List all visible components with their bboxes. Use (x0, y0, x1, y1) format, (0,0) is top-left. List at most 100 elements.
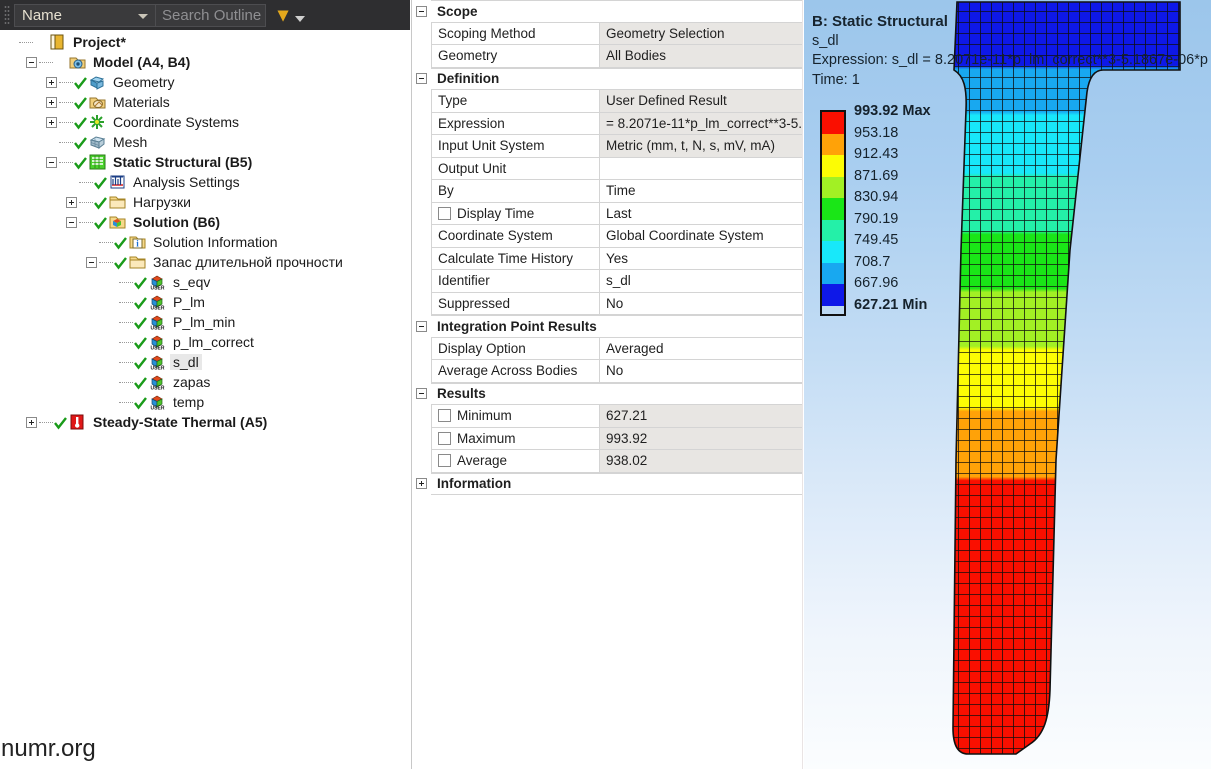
details-collapse-button[interactable] (416, 321, 427, 332)
details-collapse-button[interactable] (416, 6, 427, 17)
details-property-value[interactable]: Time (599, 180, 802, 203)
watermark: numr.org (1, 735, 96, 763)
details-collapse-button[interactable] (416, 388, 427, 399)
details-property-value[interactable]: Averaged (599, 338, 802, 361)
details-property-value[interactable]: Yes (599, 248, 802, 271)
tree-item-analysis-settings[interactable]: Analysis Settings (0, 172, 410, 192)
tree-connector (59, 82, 73, 83)
details-expander-cell (412, 45, 431, 68)
details-property-row[interactable]: Scoping Method Geometry Selection (412, 23, 802, 46)
outline-tree[interactable]: Project*Model (A4, B4)GeometryMaterialsC… (0, 30, 410, 769)
details-property-key-label: Scoping Method (438, 26, 536, 41)
details-property-row[interactable]: Minimum 627.21 (412, 405, 802, 428)
details-property-checkbox[interactable] (438, 409, 451, 422)
details-property-row[interactable]: Coordinate SystemGlobal Coordinate Syste… (412, 225, 802, 248)
details-expander-cell (412, 158, 431, 181)
details-property-key-label: Identifier (438, 273, 490, 288)
details-property-key-label: Minimum (457, 408, 512, 423)
details-property-value[interactable]: No (599, 360, 802, 383)
legend-label: 912.43 (854, 144, 931, 166)
tree-expand-button[interactable] (66, 197, 77, 208)
tree-expand-button[interactable] (46, 97, 57, 108)
details-property-value[interactable]: Geometry Selection (599, 23, 802, 46)
details-property-row[interactable]: Display OptionAveraged (412, 338, 802, 361)
outline-name-dropdown[interactable]: Name (14, 4, 156, 27)
details-property-value[interactable]: Last (599, 203, 802, 226)
project-icon (49, 34, 66, 50)
details-property-value[interactable]: 627.21 (599, 405, 802, 428)
details-property-value[interactable]: 993.92 (599, 428, 802, 451)
legend-band-4 (822, 198, 844, 220)
details-property-row[interactable]: Identifier s_dl (412, 270, 802, 293)
tree-item-s-eqv[interactable]: USERs_eqv (0, 272, 410, 292)
details-expander-cell (412, 428, 431, 451)
details-property-value[interactable]: No (599, 293, 802, 316)
details-collapse-button[interactable] (416, 73, 427, 84)
details-property-row[interactable]: Calculate Time HistoryYes (412, 248, 802, 271)
tree-item-static-structural-b5[interactable]: Static Structural (B5) (0, 152, 410, 172)
tree-item-нагрузки[interactable]: Нагрузки (0, 192, 410, 212)
details-expander-cell (412, 248, 431, 271)
details-property-value[interactable]: All Bodies (599, 45, 802, 68)
details-property-checkbox[interactable] (438, 432, 451, 445)
details-property-value[interactable]: User Defined Result (599, 90, 802, 113)
tree-collapse-button[interactable] (66, 217, 77, 228)
tree-item-mesh[interactable]: Mesh (0, 132, 410, 152)
tree-expand-button[interactable] (46, 117, 57, 128)
details-property-value[interactable]: s_dl (599, 270, 802, 293)
details-group-row[interactable]: Information (412, 473, 802, 496)
details-property-row[interactable]: GeometryAll Bodies (412, 45, 802, 68)
search-outline-input[interactable]: Search Outline (156, 4, 266, 27)
tree-item-model-a4-b4[interactable]: Model (A4, B4) (0, 52, 410, 72)
details-property-row[interactable]: Maximum993.92 (412, 428, 802, 451)
tree-item-запас-длительной-прочности[interactable]: Запас длительной прочности (0, 252, 410, 272)
tree-collapse-button[interactable] (26, 57, 37, 68)
tree-item-materials[interactable]: Materials (0, 92, 410, 112)
tree-expand-button[interactable] (26, 417, 37, 428)
tree-collapse-button[interactable] (46, 157, 57, 168)
details-expand-button[interactable] (416, 478, 427, 489)
details-group-row[interactable]: Integration Point Results (412, 315, 802, 338)
details-property-checkbox[interactable] (438, 207, 451, 220)
tree-item-p-lm-min[interactable]: USERP_lm_min (0, 312, 410, 332)
tree-item-p-lm-correct[interactable]: USERp_lm_correct (0, 332, 410, 352)
tree-item-project[interactable]: Project* (0, 32, 410, 52)
tree-item-steady-state-thermal-a5[interactable]: Steady-State Thermal (A5) (0, 412, 410, 432)
details-property-value[interactable] (599, 158, 802, 181)
details-property-row[interactable]: Display TimeLast (412, 203, 802, 226)
details-property-value[interactable]: 938.02 (599, 450, 802, 473)
details-group-row[interactable]: Results (412, 383, 802, 406)
details-property-value[interactable]: Metric (mm, t, N, s, mV, mA) (599, 135, 802, 158)
status-check-icon (133, 275, 148, 289)
legend-band-6 (822, 241, 844, 263)
details-property-row[interactable]: ByTime (412, 180, 802, 203)
tree-item-s-dl[interactable]: USERs_dl (0, 352, 410, 372)
tree-item-zapas[interactable]: USERzapas (0, 372, 410, 392)
details-group-row[interactable]: Definition (412, 68, 802, 91)
panel-drag-handle[interactable] (0, 0, 14, 30)
details-property-row[interactable]: Output Unit (412, 158, 802, 181)
filter-chevron-down-icon[interactable]: ▾ (278, 5, 288, 25)
details-property-row[interactable]: Average Across BodiesNo (412, 360, 802, 383)
tree-item-geometry[interactable]: Geometry (0, 72, 410, 92)
chevron-down-small-icon[interactable] (295, 16, 305, 22)
tree-item-label: Mesh (110, 134, 150, 150)
details-property-value[interactable]: Global Coordinate System (599, 225, 802, 248)
tree-expand-button[interactable] (46, 77, 57, 88)
contour-legend[interactable]: 993.92 Max953.18912.43871.69830.94790.19… (820, 110, 931, 316)
details-property-row[interactable]: TypeUser Defined Result (412, 90, 802, 113)
details-property-row[interactable]: SuppressedNo (412, 293, 802, 316)
tree-item-solution-information[interactable]: iSolution Information (0, 232, 410, 252)
details-property-value[interactable]: = 8.2071e-11*p_lm_correct**3-5... (599, 113, 802, 136)
tree-item-solution-b6[interactable]: Solution (B6) (0, 212, 410, 232)
details-property-checkbox[interactable] (438, 454, 451, 467)
details-property-row[interactable]: Average938.02 (412, 450, 802, 473)
details-property-row[interactable]: Input Unit SystemMetric (mm, t, N, s, mV… (412, 135, 802, 158)
details-property-row[interactable]: Expression= 8.2071e-11*p_lm_correct**3-5… (412, 113, 802, 136)
graphics-viewport[interactable]: B: Static Structural s_dl Expression: s_… (804, 0, 1211, 769)
tree-item-p-lm[interactable]: USERP_lm (0, 292, 410, 312)
details-group-row[interactable]: Scope (412, 0, 802, 23)
tree-item-coordinate-systems[interactable]: Coordinate Systems (0, 112, 410, 132)
tree-collapse-button[interactable] (86, 257, 97, 268)
tree-item-temp[interactable]: USERtemp (0, 392, 410, 412)
